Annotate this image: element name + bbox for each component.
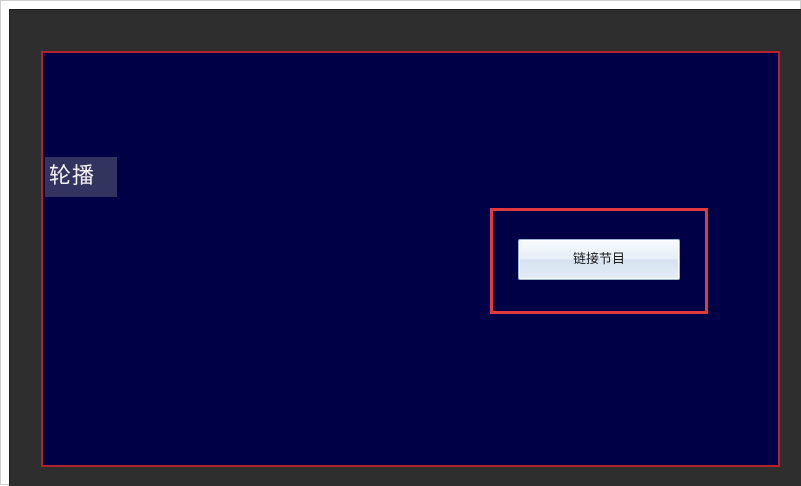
screenshot-frame: 轮播 链接节目: [0, 0, 801, 486]
link-program-button[interactable]: 链接节目: [518, 239, 680, 280]
carousel-label[interactable]: 轮播: [45, 157, 117, 197]
